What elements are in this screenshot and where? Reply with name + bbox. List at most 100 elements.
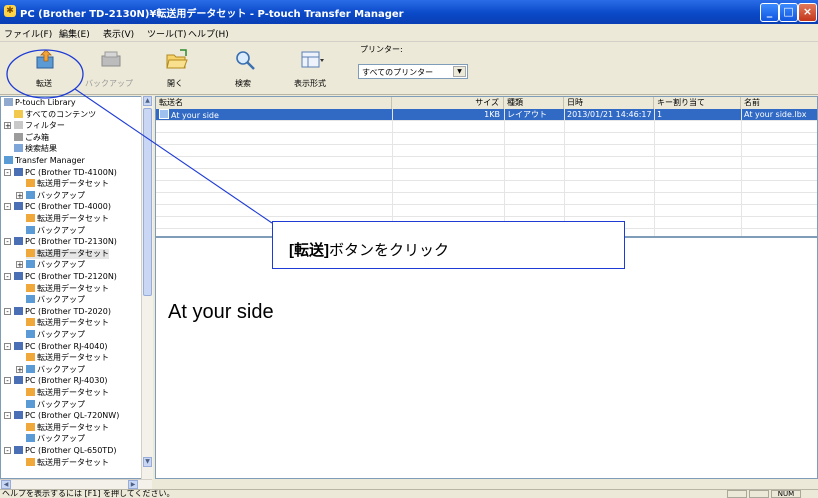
row-type: レイアウト (507, 110, 547, 119)
collapse-icon[interactable]: - (4, 273, 11, 281)
tree-item-label: バックアップ (37, 295, 85, 305)
chevron-down-icon[interactable]: ▼ (453, 66, 466, 77)
tree-item[interactable]: 転送用データセット (26, 248, 109, 259)
printer-select[interactable]: すべてのプリンター ▼ (358, 64, 468, 79)
tree-item-label: PC (Brother QL-650TD) (25, 446, 117, 455)
table-row[interactable]: At your side 1KB レイアウト 2013/01/21 14:46:… (156, 109, 817, 121)
tree-item[interactable]: PC (Brother TD-2130N) (14, 237, 117, 247)
tree-vertical-scrollbar[interactable]: ▲ ▼ (141, 96, 153, 479)
collapse-icon[interactable]: - (4, 307, 11, 315)
printer-icon (14, 411, 23, 420)
tree-item[interactable]: PC (Brother TD-4100N) (14, 167, 117, 178)
tree-item[interactable]: PC (Brother RJ-4030) (14, 376, 108, 386)
scroll-left-icon[interactable]: ◀ (1, 480, 11, 489)
tree-item[interactable]: 転送用データセット (26, 283, 109, 294)
row-transfer-name: At your side (156, 109, 392, 120)
transfer-button[interactable]: 転送 (19, 46, 69, 92)
dataset-icon (26, 457, 35, 466)
preview-pane: At your side (155, 237, 818, 479)
tree-item[interactable]: 転送用データセット (26, 422, 109, 433)
tree-item[interactable]: PC (Brother RJ-4040) (14, 341, 108, 352)
scroll-up-icon[interactable]: ▲ (143, 96, 152, 106)
search-button[interactable]: 検索 (218, 46, 268, 92)
expand-icon[interactable]: + (16, 365, 23, 373)
menu-file[interactable]: ファイル(F) (4, 27, 52, 40)
tree-item[interactable]: バックアップ (26, 295, 85, 305)
collapse-icon[interactable]: - (4, 447, 11, 455)
expand-icon[interactable]: + (16, 261, 23, 269)
printer-icon (14, 341, 23, 350)
tree-item[interactable]: PC (Brother TD-2120N) (14, 272, 117, 282)
tree-item[interactable]: PC (Brother TD-4000) (14, 202, 111, 212)
tree-item[interactable]: バックアップ (26, 399, 85, 410)
open-button[interactable]: 開く (150, 46, 200, 92)
collapse-icon[interactable]: - (4, 412, 11, 420)
backup-folder-icon (26, 260, 35, 269)
tree-item[interactable]: 検索結果 (14, 144, 57, 154)
dataset-icon (26, 422, 35, 431)
view-format-button[interactable]: 表示形式 (285, 46, 335, 92)
search-label: 検索 (235, 79, 251, 88)
column-header-size[interactable]: サイズ (392, 97, 504, 109)
scroll-down-icon[interactable]: ▼ (143, 457, 152, 467)
collapse-icon[interactable]: - (4, 377, 11, 385)
tree-item[interactable]: フィルター (14, 121, 65, 131)
tree-item[interactable]: P-touch Library (4, 98, 76, 108)
dataset-icon (26, 318, 35, 327)
trash-icon (14, 132, 23, 141)
expand-icon[interactable]: + (4, 122, 11, 130)
tree-item[interactable]: 転送用データセット (26, 318, 109, 328)
tree-item[interactable]: 転送用データセット (26, 353, 109, 363)
tree-item-label: 転送用データセット (37, 214, 109, 223)
collapse-icon[interactable]: - (4, 203, 11, 211)
maximize-button[interactable]: □ (779, 3, 798, 22)
scroll-thumb[interactable] (143, 108, 152, 296)
menu-edit[interactable]: 編集(E) (59, 27, 90, 40)
column-header-name[interactable]: 名前 (741, 97, 817, 109)
menu-view[interactable]: 表示(V) (103, 27, 134, 40)
tree-item[interactable]: バックアップ (26, 364, 85, 375)
menu-tools[interactable]: ツール(T) (147, 27, 187, 40)
minimize-button[interactable]: _ (760, 3, 779, 22)
backup-button[interactable]: バックアップ (84, 46, 134, 92)
dataset-icon (26, 248, 35, 257)
column-header-type[interactable]: 種類 (504, 97, 564, 109)
tree-item-label: PC (Brother RJ-4040) (25, 341, 108, 351)
tree-item-label: バックアップ (37, 225, 85, 235)
column-header-key[interactable]: キー割り当て (654, 97, 741, 109)
expand-icon[interactable]: + (16, 191, 23, 199)
tree-item[interactable]: バックアップ (26, 330, 85, 340)
tree-item[interactable]: 転送用データセット (26, 179, 109, 189)
tree-item[interactable]: Transfer Manager (4, 156, 85, 166)
tree-item[interactable]: PC (Brother QL-650TD) (14, 446, 116, 456)
tree-item[interactable]: ごみ箱 (14, 132, 49, 143)
title-bar: ✱ PC (Brother TD-2130N)¥転送用データセット - P-to… (0, 0, 818, 24)
empty-row (156, 181, 817, 193)
tree-item[interactable]: PC (Brother TD-2020) (14, 306, 111, 317)
empty-row (156, 145, 817, 157)
dataset-icon (26, 388, 35, 396)
collapse-icon[interactable]: - (4, 342, 11, 350)
open-label: 開く (167, 79, 183, 88)
dataset-icon (26, 179, 35, 188)
tree-item[interactable]: 転送用データセット (26, 214, 109, 224)
tree-item[interactable]: PC (Brother QL-720NW) (14, 411, 119, 421)
empty-row (156, 133, 817, 145)
collapse-icon[interactable]: - (4, 238, 11, 246)
tree-item[interactable]: すべてのコンテンツ (14, 109, 96, 120)
tree-item[interactable]: バックアップ (26, 434, 85, 444)
tree-item[interactable]: バックアップ (26, 190, 85, 201)
backup-folder-icon (26, 364, 35, 373)
open-folder-icon (166, 49, 188, 69)
tree-item[interactable]: バックアップ (26, 260, 85, 270)
column-header-datetime[interactable]: 日時 (564, 97, 654, 109)
collapse-icon[interactable]: - (4, 168, 11, 176)
menu-help[interactable]: ヘルプ(H) (188, 27, 229, 40)
backup-label: バックアップ (85, 79, 133, 88)
column-header-transfer-name[interactable]: 転送名 (156, 97, 392, 109)
tree-item[interactable]: 転送用データセット (26, 457, 109, 468)
tree-item[interactable]: バックアップ (26, 225, 85, 236)
scroll-right-icon[interactable]: ▶ (128, 480, 138, 489)
tree-item[interactable]: 転送用データセット (26, 388, 109, 398)
close-button[interactable]: × (798, 3, 817, 22)
